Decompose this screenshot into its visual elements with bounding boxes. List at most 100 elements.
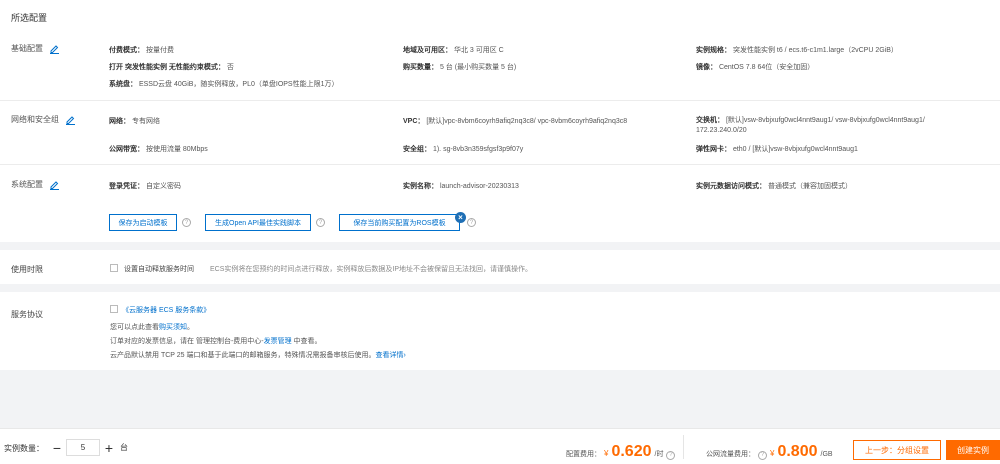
save-launch-template-button[interactable]: 保存为启动模板 [109,214,177,231]
port25-details-link[interactable]: 查看详情 [376,352,404,359]
edit-icon[interactable] [49,43,60,54]
invoice-management-link[interactable]: 发票管理 [264,338,292,345]
billing-field: 付费模式： 按量付费 [109,45,174,55]
bandwidth-field: 公网带宽： 按使用流量 80Mbps [109,144,208,154]
config-fee-currency: ¥ [604,449,609,458]
purchase-notes-link[interactable]: 购买须知 [159,324,187,331]
traffic-fee: 公网流量费用： ? ¥ 0.800 /GB [706,443,833,461]
login-value: 自定义密码 [145,183,181,190]
image-field: 镜像： CentOS 7.8 64位（安全加固） [696,62,814,72]
increment-button[interactable]: + [100,439,118,456]
create-instance-button[interactable]: 创建实例 [946,440,1000,460]
config-fee: 配置费用： ¥ 0.620 /时 ? [566,443,676,461]
invoice-suffix: 中查看。 [291,338,322,345]
region-key: 地域及可用区： [403,47,452,54]
vswitch-field: 交换机： [默认]vsw-8vbjxufg0wcl4nnt9aug1/ vsw-… [696,116,966,136]
unlimited-value: 否 [226,64,234,71]
generate-openapi-button[interactable]: 生成Open API最佳实践脚本 [205,214,311,231]
metadata-mode-field: 实例元数据访问模式： 普通模式（兼容加固模式） [696,181,852,191]
security-group-key: 安全组： [403,146,431,153]
auto-release-note: ECS实例将在您预约的时间点进行释放，实例释放后数据及IP地址不会被保留且无法找… [210,266,533,273]
instance-count-label: 实例数量： [4,444,44,453]
help-icon[interactable]: ? [758,450,767,460]
image-value: CentOS 7.8 64位（安全加固） [718,64,815,71]
edit-icon[interactable] [65,114,76,125]
edit-icon[interactable] [49,179,60,190]
instance-name-key: 实例名称： [403,183,438,190]
login-key: 登录凭证： [109,183,144,190]
disk-field: 系统盘： ESSD云盘 40GiB，随实例释放，PL0（单盘IOPS性能上限1万… [109,79,339,89]
quantity-unit: 台 [120,443,128,452]
disk-key: 系统盘： [109,81,137,88]
help-icon[interactable]: ? [467,218,476,227]
invoice-line: 订单对应的发票信息，请在 管理控制台-费用中心-发票管理 中查看。 [110,336,322,346]
system-config-row: 系统配置 [11,179,60,190]
network-row: 网络和安全组 [11,114,76,125]
security-group-value: 1). sg-8vb3n359sfgsf3p9f07y [432,146,524,153]
eni-value: eth0 / [默认]vsw-8vbjxufg0wcl4nnt9aug1 [732,146,858,153]
purchase-notes-line: 您可以点此查看购买须知。 [110,322,194,332]
network-type-field: 网络： 专有网络 [109,116,160,126]
usage-time-card: 使用时限 设置自动释放服务时间 ECS实例将在您预约的时间点进行释放，实例释放后… [0,250,1000,284]
login-field: 登录凭证： 自定义密码 [109,181,181,191]
unlimited-key: 打开 突发性能实例 无性能约束模式： [109,64,225,71]
divider [0,100,1000,101]
network-label: 网络和安全组 [11,115,59,124]
auto-release-label: 设置自动释放服务时间 [124,266,194,273]
vpc-value: [默认]vpc-8vbm6coyrh9afiq2nq3c8/ vpc-8vbm6… [426,118,628,125]
ecs-terms-link[interactable]: 《云服务器 ECS 服务条款》 [122,305,210,315]
save-ros-template-button[interactable]: 保存当前购买配置为ROS模板 [339,214,460,231]
auto-release-checkbox[interactable] [110,264,118,272]
spec-value: 突发性能实例 t6 / ecs.t6-c1m1.large（2vCPU 2GiB… [732,47,898,54]
metadata-mode-value: 普通模式（兼容加固模式） [767,183,852,190]
divider [683,435,684,459]
service-agreement-label: 服务协议 [11,310,43,319]
system-config-label: 系统配置 [11,180,43,189]
quantity-input[interactable]: 5 [66,439,100,456]
quantity-stepper: − 5 + 台 [48,439,128,456]
traffic-fee-label: 公网流量费用： [706,451,755,458]
image-key: 镜像： [696,64,717,71]
close-badge-icon[interactable]: × [455,212,466,223]
service-agreement-card: 服务协议 《云服务器 ECS 服务条款》 您可以点此查看购买须知。 订单对应的发… [0,292,1000,370]
network-type-value: 专有网络 [131,118,160,125]
security-group-field: 安全组： 1). sg-8vb3n359sfgsf3p9f07y [403,144,523,154]
config-fee-amount: 0.620 [611,443,652,460]
purchase-notes-suffix: 。 [187,324,194,331]
divider [0,164,1000,165]
port25-text: 云产品默认禁用 TCP 25 端口和基于此端口的邮箱服务，特殊情况需报备审核后使… [110,352,376,359]
vpc-field: VPC： [默认]vpc-8vbm6coyrh9afiq2nq3c8/ vpc-… [403,116,627,126]
help-icon[interactable]: ? [182,218,191,227]
usage-time-label: 使用时限 [11,265,43,274]
spec-key: 实例规格： [696,47,731,54]
config-fee-unit: /时 [654,451,664,458]
invoice-text: 订单对应的发票信息，请在 管理控制台-费用中心- [110,338,264,345]
selected-config-panel: 所选配置 基础配置 付费模式： 按量付费 地域及可用区： 华北 3 可用区 C … [0,0,1000,242]
network-type-key: 网络： [109,118,130,125]
footer-bar: 实例数量： − 5 + 台 配置费用： ¥ 0.620 /时 ? 公网流量费用：… [0,428,1000,464]
vswitch-key: 交换机： [696,117,724,124]
decrement-button[interactable]: − [48,439,66,456]
bandwidth-value: 按使用流量 80Mbps [145,146,208,153]
billing-value: 按量付费 [145,47,174,54]
purchase-notes-text: 您可以点此查看 [110,324,159,331]
bandwidth-key: 公网带宽： [109,146,144,153]
traffic-fee-unit: /GB [820,451,833,458]
region-value: 华北 3 可用区 C [453,47,504,54]
spec-field: 实例规格： 突发性能实例 t6 / ecs.t6-c1m1.large（2vCP… [696,45,898,55]
basic-config-label: 基础配置 [11,44,43,53]
chevron-right-icon: › [403,352,406,359]
panel-title: 所选配置 [11,13,48,23]
previous-step-button[interactable]: 上一步：分组设置 [853,440,941,460]
basic-config-row: 基础配置 [11,43,60,54]
metadata-mode-key: 实例元数据访问模式： [696,183,766,190]
config-fee-label: 配置费用： [566,451,601,458]
help-icon[interactable]: ? [316,218,325,227]
eni-field: 弹性网卡： eth0 / [默认]vsw-8vbjxufg0wcl4nnt9au… [696,144,858,154]
help-icon[interactable]: ? [666,450,676,460]
eni-key: 弹性网卡： [696,146,731,153]
quantity-value: 5 台 (最小购买数量 5 台) [439,64,517,71]
instance-name-field: 实例名称： launch-advisor-20230313 [403,181,519,191]
agreement-checkbox[interactable] [110,305,118,313]
quantity-key: 购买数量： [403,64,438,71]
